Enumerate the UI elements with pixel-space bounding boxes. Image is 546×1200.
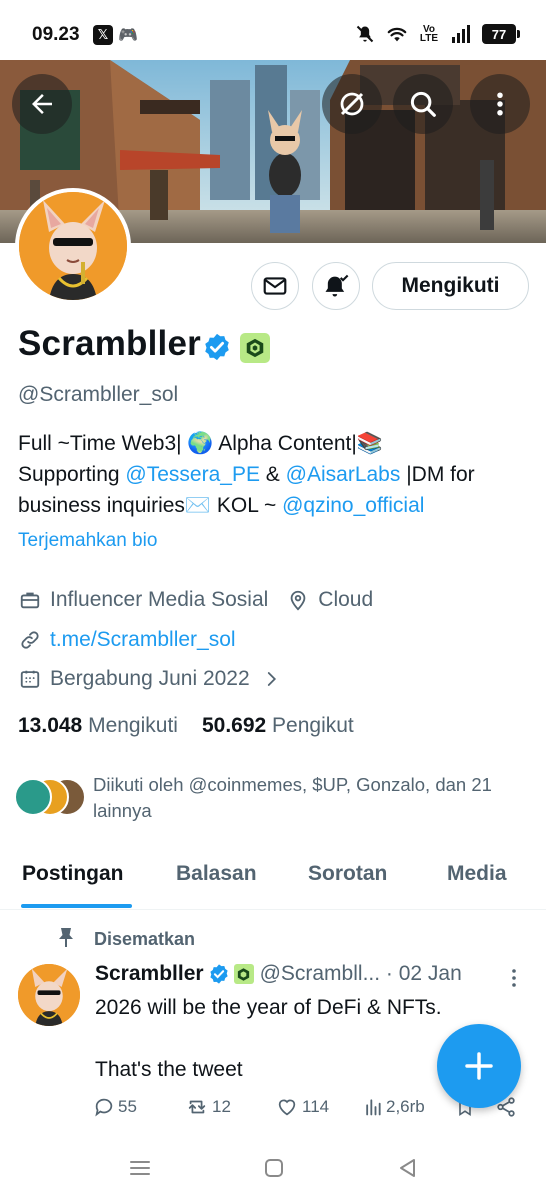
follow-stats: 13.048 Mengikuti 50.692 Pengikut xyxy=(18,714,354,738)
more-options-button[interactable] xyxy=(470,74,530,134)
search-button[interactable] xyxy=(393,74,453,134)
followers-stat[interactable]: 50.692 Pengikut xyxy=(202,714,354,738)
translate-bio-link[interactable]: Terjemahkan bio xyxy=(18,530,157,552)
like-icon xyxy=(278,1099,296,1116)
profile-location: Cloud xyxy=(318,588,374,611)
battery-indicator: 77 xyxy=(482,24,520,44)
link-icon xyxy=(18,628,42,652)
profile-handle: @Scrambller_sol xyxy=(18,383,179,406)
calendar-icon xyxy=(18,667,42,691)
grok-button[interactable] xyxy=(322,74,382,134)
status-time: 09.23 xyxy=(32,24,80,45)
mute-icon xyxy=(354,24,376,44)
profile-website-link[interactable]: t.me/Scrambller_sol xyxy=(50,628,236,652)
profile-joined-row[interactable]: Bergabung Juni 2022 xyxy=(18,667,280,691)
following-button[interactable]: Mengikuti xyxy=(372,262,529,310)
followed-by-avatars xyxy=(14,778,88,818)
back-arrow-icon xyxy=(32,94,52,114)
profile-website-row[interactable]: t.me/Scrambller_sol xyxy=(18,628,236,652)
views-icon xyxy=(366,1099,381,1116)
reply-button[interactable]: 55 xyxy=(93,1096,137,1118)
briefcase-icon xyxy=(18,588,42,612)
tab-postingan[interactable]: Postingan xyxy=(22,862,124,886)
more-vertical-icon xyxy=(497,92,503,116)
back-button[interactable] xyxy=(12,74,72,134)
following-label: Mengikuti xyxy=(88,714,178,737)
bio-text: business inquiries✉️ KOL ~ xyxy=(18,494,283,517)
tab-media[interactable]: Media xyxy=(447,862,507,886)
more-vertical-icon xyxy=(512,969,516,987)
bio-text: Supporting xyxy=(18,463,126,486)
status-bar: 09.23 𝕏 🎮 Vo LTE 77 xyxy=(0,0,546,60)
chevron-right-icon xyxy=(262,670,280,688)
following-stat[interactable]: 13.048 Mengikuti xyxy=(18,714,178,738)
mention-link[interactable]: @qzino_official xyxy=(282,494,424,517)
bio-line-1: Full ~Time Web3| 🌍 Alpha Content|📚 xyxy=(18,432,383,455)
search-icon xyxy=(410,91,436,117)
tweet-handle-date: @Scrambll... · 02 Jan xyxy=(259,962,462,985)
mention-link[interactable]: @AisarLabs xyxy=(286,463,401,486)
profile-tabs: Postingan Balasan Sorotan Media xyxy=(0,850,546,910)
followed-by-text: Diikuti oleh @coinmemes, $UP, Gonzalo, d… xyxy=(93,774,492,821)
like-count: 114 xyxy=(302,1097,330,1116)
affiliate-badge-icon xyxy=(233,964,254,984)
bell-check-icon xyxy=(325,274,349,297)
repost-button[interactable]: 12 xyxy=(185,1096,231,1118)
affiliate-badge-icon[interactable] xyxy=(240,333,270,363)
avatar xyxy=(14,778,52,816)
pinned-text: Disematkan xyxy=(94,929,196,949)
home-icon[interactable] xyxy=(262,1156,286,1180)
compose-plus-icon xyxy=(465,1052,493,1080)
following-count: 13.048 xyxy=(18,714,83,737)
message-button[interactable] xyxy=(251,262,299,310)
volte-indicator: Vo LTE xyxy=(419,24,439,44)
system-navigation-bar xyxy=(0,1140,546,1200)
mail-icon xyxy=(263,277,287,295)
verified-badge-icon xyxy=(209,964,228,984)
followers-label: Pengikut xyxy=(272,714,354,737)
like-button[interactable]: 114 xyxy=(275,1096,329,1118)
tab-balasan[interactable]: Balasan xyxy=(176,862,257,886)
profile-meta-row: Influencer Media Sosial Cloud xyxy=(18,588,373,612)
compose-post-button[interactable] xyxy=(437,1024,521,1108)
views-count: 2,6rb xyxy=(386,1097,425,1116)
tweet-more-button[interactable] xyxy=(506,966,522,995)
notifications-button[interactable] xyxy=(312,262,360,310)
views-button[interactable]: 2,6rb xyxy=(363,1096,425,1118)
grok-icon xyxy=(340,92,364,116)
repost-count: 12 xyxy=(212,1097,231,1116)
bio-text: & xyxy=(259,463,286,486)
tab-sorotan[interactable]: Sorotan xyxy=(308,862,387,886)
profile-bio: Full ~Time Web3| 🌍 Alpha Content|📚 Suppo… xyxy=(18,428,533,521)
reply-count: 55 xyxy=(118,1097,137,1116)
active-tab-indicator xyxy=(21,904,132,908)
mention-link[interactable]: @Tessera_PE xyxy=(125,463,260,486)
tweet-author-name[interactable]: Scrambller xyxy=(95,962,204,986)
recent-apps-icon[interactable] xyxy=(128,1156,152,1180)
x-app-notification-icon: 𝕏 xyxy=(93,25,113,45)
display-name: Scrambller xyxy=(18,324,201,363)
profile-avatar[interactable] xyxy=(15,188,131,304)
tweet-header: Scrambller @Scrambll... · 02 Jan xyxy=(95,962,462,986)
verified-badge-icon[interactable] xyxy=(202,332,232,362)
signal-icon xyxy=(450,24,472,44)
location-pin-icon xyxy=(286,588,310,612)
profile-joined-date: Bergabung Juni 2022 xyxy=(50,667,250,690)
tweet-author-avatar[interactable] xyxy=(18,964,80,1026)
wifi-icon xyxy=(386,24,408,44)
game-notification-icon: 🎮 xyxy=(118,27,138,44)
reply-icon xyxy=(95,1098,113,1117)
pinned-label: Disematkan xyxy=(56,926,195,953)
repost-icon xyxy=(188,1100,206,1114)
followers-count: 50.692 xyxy=(201,714,267,737)
bio-text: |DM for xyxy=(400,463,475,486)
back-nav-icon[interactable] xyxy=(396,1156,420,1180)
profile-category: Influencer Media Sosial xyxy=(50,588,269,611)
pin-icon xyxy=(56,926,78,953)
